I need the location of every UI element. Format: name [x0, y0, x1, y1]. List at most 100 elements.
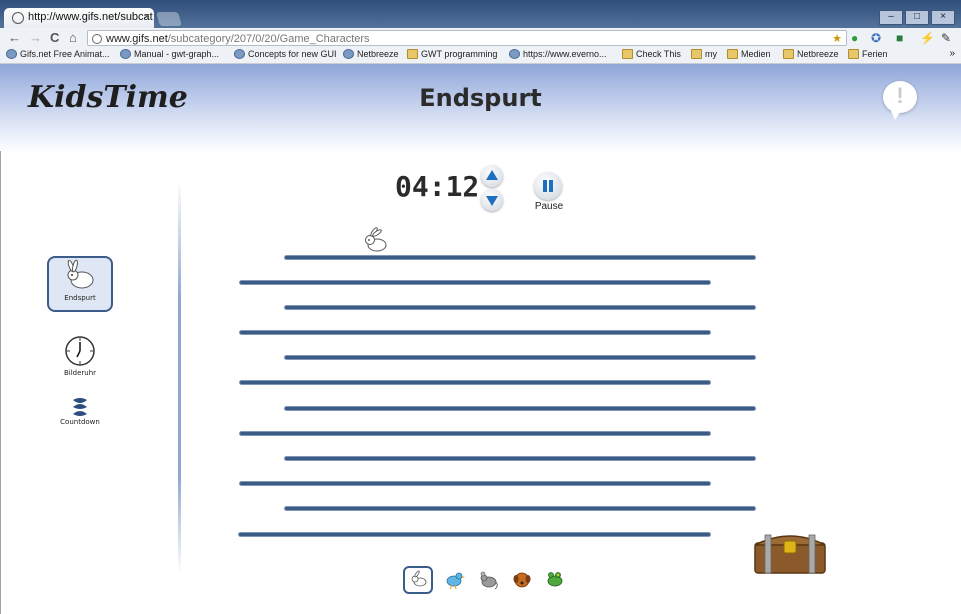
pause-icon — [549, 180, 553, 192]
pause-icon — [543, 180, 547, 192]
bookmark-label: Check This — [636, 49, 681, 59]
bookmark-item[interactable]: Medien — [727, 49, 771, 59]
sidebar-item-countdown[interactable]: Countdown — [47, 398, 113, 426]
track-line — [284, 456, 756, 461]
bookmark-item[interactable]: https://www.everno... — [509, 49, 607, 59]
app-header: KidsTime Endspurt ! — [0, 64, 961, 154]
page-border — [0, 151, 1, 614]
bookmark-label: Netbreeze — [357, 49, 399, 59]
character-rabbit-icon[interactable] — [409, 570, 429, 588]
character-mouse-icon[interactable] — [477, 570, 499, 590]
track-line — [239, 330, 711, 335]
browser-tabstrip: http://www.gifs.net/subcat × – □ × — [0, 0, 961, 28]
bookmark-item[interactable]: Check This — [622, 49, 681, 59]
timer-up-button[interactable] — [481, 165, 503, 187]
track-line — [284, 406, 756, 411]
arrow-up-icon — [486, 170, 498, 180]
sidebar-item-label: Bilderuhr — [63, 369, 97, 377]
pause-button[interactable] — [534, 172, 562, 200]
bookmark-item[interactable]: my — [691, 49, 717, 59]
page-icon — [92, 34, 102, 44]
sidebar-item-label: Countdown — [60, 418, 100, 426]
rabbit-icon — [67, 259, 94, 289]
bookmark-item[interactable]: Manual - gwt-graph... — [120, 49, 219, 59]
bookmark-item[interactable]: Gifs.net Free Animat... — [6, 49, 110, 59]
bookmark-label: Gifs.net Free Animat... — [20, 49, 110, 59]
rabbit-runner-icon — [365, 227, 387, 252]
track-line — [238, 532, 711, 537]
track-line — [284, 255, 756, 260]
site-icon — [6, 49, 17, 59]
bookmark-label: Concepts for new GUI — [248, 49, 337, 59]
timer-display: 04:12 — [395, 170, 480, 203]
wrench-icon[interactable]: ✎ — [941, 31, 951, 45]
folder-icon — [407, 49, 418, 59]
new-tab-button[interactable] — [156, 12, 182, 26]
track-line — [239, 431, 711, 436]
character-frog-icon[interactable] — [545, 570, 565, 588]
bookmark-item[interactable]: GWT programming — [407, 49, 497, 59]
track-line — [239, 280, 711, 285]
tab-title: http://www.gifs.net/subcat — [28, 11, 153, 23]
bookmarks-more-button[interactable]: » — [949, 48, 955, 59]
extension-bolt-icon[interactable]: ⚡ — [920, 31, 935, 45]
pause-label: Pause — [534, 201, 564, 212]
track-line — [239, 481, 711, 486]
maximize-button[interactable]: □ — [905, 10, 929, 25]
bookmark-label: Medien — [741, 49, 771, 59]
folder-icon — [622, 49, 633, 59]
bookmark-label: Ferien — [862, 49, 888, 59]
extension-play-icon[interactable]: ● — [851, 31, 858, 45]
sidebar-divider — [178, 180, 181, 575]
arrow-down-icon — [486, 196, 498, 206]
bookmark-star-icon[interactable]: ★ — [832, 31, 842, 47]
bookmark-label: my — [705, 49, 717, 59]
browser-tab[interactable]: http://www.gifs.net/subcat × — [4, 8, 154, 28]
bookmark-label: https://www.everno... — [523, 49, 607, 59]
home-button[interactable]: ⌂ — [69, 30, 77, 45]
url-path: /subcategory/207/0/20/Game_Characters — [167, 33, 370, 45]
folder-icon — [783, 49, 794, 59]
site-icon — [343, 49, 354, 59]
folder-icon — [691, 49, 702, 59]
folder-icon — [848, 49, 859, 59]
window-controls: – □ × — [879, 10, 955, 25]
back-button[interactable]: ← — [8, 30, 21, 45]
sidebar-item-endspurt[interactable]: Endspurt — [47, 256, 113, 312]
reload-button[interactable]: C — [50, 30, 59, 45]
bookmark-label: GWT programming — [421, 49, 498, 59]
sidebar-item-bilderuhr[interactable]: Bilderuhr — [47, 335, 113, 377]
track-line — [239, 380, 711, 385]
tab-close-icon[interactable]: × — [144, 11, 150, 23]
close-window-button[interactable]: × — [931, 10, 955, 25]
site-icon — [509, 49, 520, 59]
help-icon[interactable]: ! — [883, 81, 917, 120]
site-icon — [120, 49, 131, 59]
character-bird-icon[interactable] — [443, 570, 465, 590]
track-line — [284, 305, 756, 310]
page-title: Endspurt — [419, 84, 542, 112]
url-domain: www.gifs.net — [106, 33, 168, 45]
bookmark-label: Manual - gwt-graph... — [134, 49, 220, 59]
extension-gear-icon[interactable]: ✪ — [871, 31, 881, 45]
timer-down-button[interactable] — [481, 189, 503, 211]
bookmark-label: Netbreeze — [797, 49, 839, 59]
minimize-button[interactable]: – — [879, 10, 903, 25]
site-icon — [234, 49, 245, 59]
treasure-chest-icon — [754, 534, 826, 574]
bookmark-item[interactable]: Concepts for new GUI — [234, 49, 337, 59]
character-dog-icon[interactable] — [511, 570, 533, 590]
bookmarks-bar: Gifs.net Free Animat... Manual - gwt-gra… — [0, 48, 961, 64]
page-favicon-icon — [12, 12, 24, 24]
clock-icon — [65, 336, 95, 366]
bookmark-item[interactable]: Netbreeze — [343, 49, 399, 59]
track-line — [284, 355, 756, 360]
forward-button[interactable]: → — [29, 30, 42, 45]
extension-evernote-icon[interactable]: ■ — [896, 31, 903, 45]
folder-icon — [727, 49, 738, 59]
bookmark-item[interactable]: Ferien — [848, 49, 888, 59]
track-line — [284, 506, 756, 511]
address-bar[interactable]: www.gifs.net/subcategory/207/0/20/Game_C… — [87, 30, 847, 46]
bookmark-item[interactable]: Netbreeze — [783, 49, 839, 59]
countdown-icon — [73, 398, 87, 416]
